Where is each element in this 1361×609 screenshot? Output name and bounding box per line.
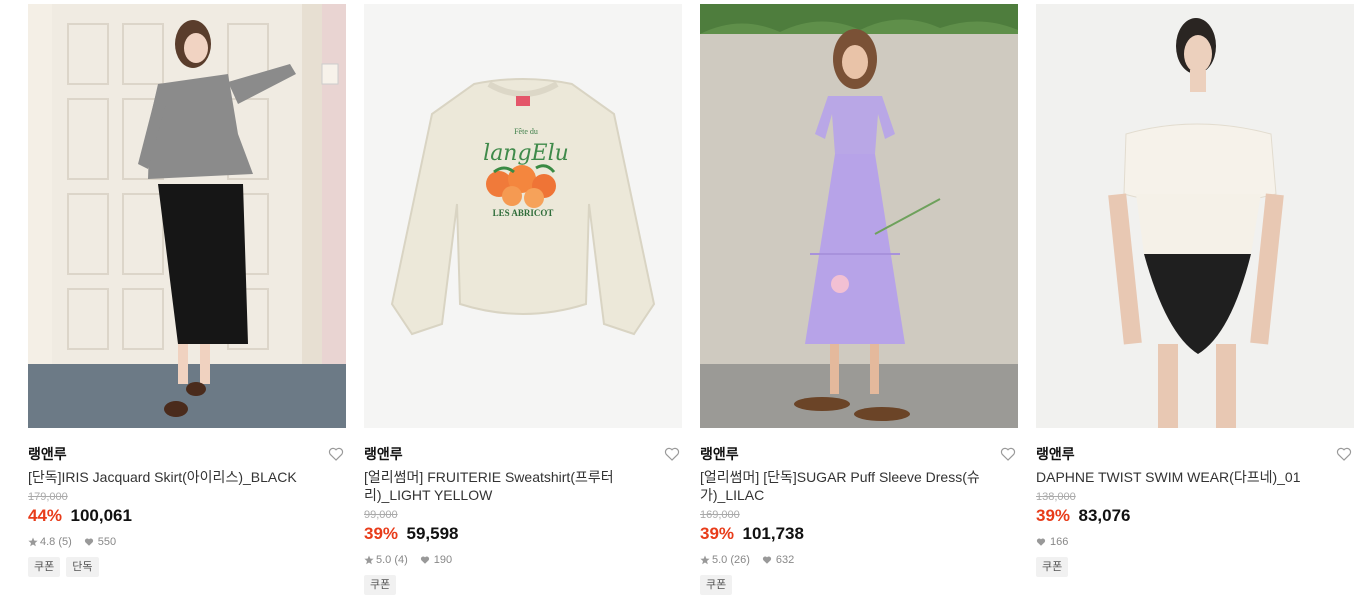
discount-rate: 44% bbox=[28, 506, 63, 525]
product-title[interactable]: [얼리썸머] [단독]SUGAR Puff Sleeve Dress(슈가)_L… bbox=[700, 468, 1010, 504]
brand-name[interactable]: 랭앤루 bbox=[364, 446, 403, 462]
heart-outline-icon[interactable] bbox=[328, 446, 344, 462]
heart-filled-icon bbox=[762, 556, 772, 564]
product-image[interactable] bbox=[28, 4, 346, 428]
original-price: 179,000 bbox=[28, 491, 68, 503]
star-icon bbox=[28, 537, 38, 547]
discount-rate: 39% bbox=[700, 524, 735, 543]
discount-rate: 39% bbox=[1036, 506, 1071, 525]
like-count: 166 bbox=[1050, 536, 1069, 548]
product-image[interactable]: Fête du langElu LES ABRICOT bbox=[364, 4, 682, 428]
heart-filled-icon bbox=[420, 556, 429, 564]
review-meta: 5.0 (4) 190 bbox=[364, 553, 682, 567]
review-meta: 5.0 (26) 632 bbox=[700, 553, 1018, 567]
sale-price: 83,076 bbox=[1078, 506, 1131, 525]
heart-outline-icon[interactable] bbox=[1000, 446, 1016, 462]
product-card[interactable]: Fête du langElu LES ABRICOT 랭앤루 [얼리썸머] F… bbox=[364, 4, 682, 595]
print-bottom-text: LES ABRICOT bbox=[493, 208, 554, 218]
original-price: 169,000 bbox=[700, 509, 740, 521]
review-meta: 166 bbox=[1036, 535, 1354, 549]
sale-price: 101,738 bbox=[742, 524, 804, 543]
product-title[interactable]: DAPHNE TWIST SWIM WEAR(다프네)_01 bbox=[1036, 468, 1346, 486]
product-image[interactable] bbox=[1036, 4, 1354, 428]
heart-outline-icon[interactable] bbox=[664, 446, 680, 462]
rating: 5.0 (4) bbox=[376, 554, 408, 566]
product-card[interactable]: 랭앤루 [얼리썸머] [단독]SUGAR Puff Sleeve Dress(슈… bbox=[700, 4, 1018, 595]
review-meta: 4.8 (5) 550 bbox=[28, 535, 346, 549]
product-image[interactable] bbox=[700, 4, 1018, 428]
coupon-tag: 쿠폰 bbox=[364, 575, 397, 595]
heart-outline-icon[interactable] bbox=[1336, 446, 1352, 462]
original-price: 138,000 bbox=[1036, 491, 1076, 503]
print-small-text: Fête du bbox=[514, 127, 538, 136]
product-title[interactable]: [얼리썸머] FRUITERIE Sweatshirt(프루터리)_LIGHT … bbox=[364, 468, 674, 504]
exclusive-tag: 단독 bbox=[66, 557, 99, 577]
sale-price: 100,061 bbox=[70, 506, 132, 525]
rating: 4.8 (5) bbox=[40, 536, 72, 548]
product-grid: 랭앤루 [단독]IRIS Jacquard Skirt(아이리스)_BLACK … bbox=[0, 0, 1361, 609]
brand-name[interactable]: 랭앤루 bbox=[28, 446, 67, 462]
coupon-tag: 쿠폰 bbox=[28, 557, 61, 577]
brand-name[interactable]: 랭앤루 bbox=[700, 446, 739, 462]
coupon-tag: 쿠폰 bbox=[1036, 557, 1069, 577]
product-title[interactable]: [단독]IRIS Jacquard Skirt(아이리스)_BLACK bbox=[28, 468, 338, 486]
star-icon bbox=[700, 555, 710, 565]
heart-filled-icon bbox=[1036, 538, 1046, 546]
like-count: 550 bbox=[97, 536, 117, 548]
coupon-tag: 쿠폰 bbox=[700, 575, 733, 595]
original-price: 99,000 bbox=[364, 509, 398, 521]
sale-price: 59,598 bbox=[406, 524, 459, 543]
product-card[interactable]: 랭앤루 [단독]IRIS Jacquard Skirt(아이리스)_BLACK … bbox=[28, 4, 346, 577]
heart-filled-icon bbox=[84, 538, 93, 546]
like-count: 632 bbox=[775, 554, 795, 566]
star-icon bbox=[364, 555, 374, 565]
print-script-text: langElu bbox=[483, 141, 569, 166]
like-count: 190 bbox=[433, 554, 453, 566]
brand-name[interactable]: 랭앤루 bbox=[1036, 446, 1075, 462]
product-card[interactable]: 랭앤루 DAPHNE TWIST SWIM WEAR(다프네)_01 138,0… bbox=[1036, 4, 1354, 577]
rating: 5.0 (26) bbox=[712, 554, 750, 566]
discount-rate: 39% bbox=[364, 524, 399, 543]
